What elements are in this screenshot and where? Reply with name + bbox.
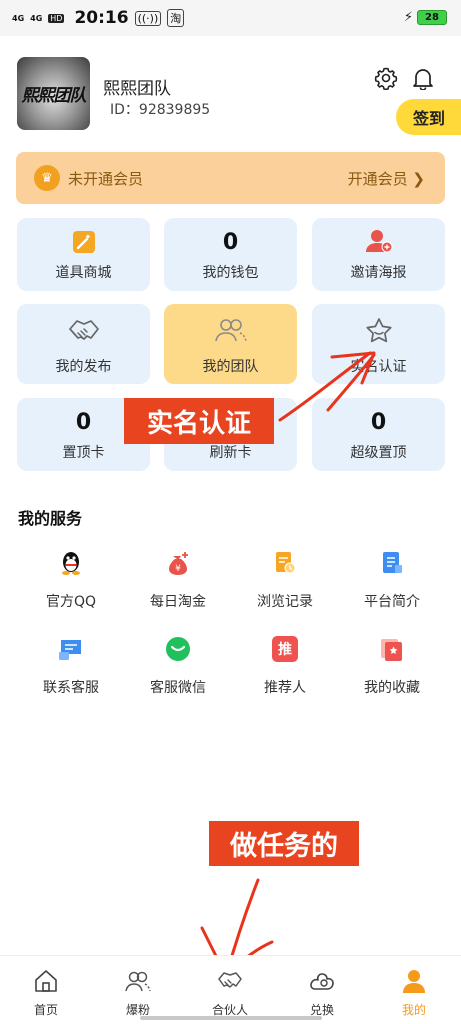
service-label: 浏览记录 xyxy=(257,594,313,610)
hd-badge: HD xyxy=(48,13,65,23)
profile-id: ID：92839895 xyxy=(110,102,211,118)
annotation-verify: 实名认证 xyxy=(124,398,274,444)
card-tool-store[interactable]: 道具商城 xyxy=(17,218,150,291)
handshake-icon xyxy=(68,320,99,340)
handshake-icon xyxy=(218,972,242,988)
hotspot-icon: ((·)) xyxy=(134,10,162,26)
wallet-value: 0 xyxy=(222,230,239,255)
membership-status: 未开通会员 xyxy=(68,170,144,188)
nav-partner[interactable]: 合伙人 xyxy=(184,956,276,1018)
gear-icon[interactable] xyxy=(374,66,398,90)
favorite-icon xyxy=(381,639,402,661)
svg-text:¥: ¥ xyxy=(175,564,181,574)
service-referrer[interactable]: 推 推荐人 xyxy=(230,634,340,704)
chat-icon xyxy=(59,640,81,660)
card-label: 邀请海报 xyxy=(350,265,407,281)
fans-icon xyxy=(125,971,151,992)
add-user-icon xyxy=(365,230,392,253)
services-title: 我的服务 xyxy=(18,509,83,528)
status-bar: 4G 4G HD 20:16 ((·)) 淘 ⚡ 28 xyxy=(0,0,461,36)
magic-wand-icon xyxy=(72,231,95,253)
service-label: 每日淘金 xyxy=(150,594,206,610)
exchange-icon xyxy=(310,973,334,990)
service-my-favorites[interactable]: 我的收藏 xyxy=(337,634,447,704)
battery-indicator: 28 xyxy=(417,10,447,25)
charging-icon: ⚡ xyxy=(403,10,413,25)
service-label: 推荐人 xyxy=(264,680,306,696)
bell-icon[interactable] xyxy=(412,66,434,90)
service-label: 客服微信 xyxy=(150,680,206,696)
profile-icon xyxy=(403,970,425,993)
signal-4g-2: 4G xyxy=(30,13,43,23)
taobao-icon: 淘 xyxy=(167,9,185,27)
qq-icon xyxy=(62,552,80,575)
card-invite-poster[interactable]: 邀请海报 xyxy=(312,218,445,291)
service-official-qq[interactable]: 官方QQ xyxy=(16,548,126,618)
open-membership-link[interactable]: 开通会员 ❯ xyxy=(348,168,425,189)
card-label: 置顶卡 xyxy=(62,445,105,461)
service-wechat-support[interactable]: 客服微信 xyxy=(123,634,233,704)
bottom-nav: 首页 爆粉 合伙人 兑换 我的 xyxy=(0,955,461,1024)
card-label: 超级置顶 xyxy=(350,445,407,461)
status-right: ⚡ 28 xyxy=(404,10,447,25)
nav-label-active: 我的 xyxy=(401,1003,426,1017)
service-contact-support[interactable]: 联系客服 xyxy=(16,634,126,704)
status-left: 4G 4G HD 20:16 ((·)) 淘 xyxy=(12,8,185,28)
team-icon xyxy=(214,319,247,342)
service-label: 我的收藏 xyxy=(364,680,420,696)
annotation-task: 做任务的 xyxy=(209,821,359,866)
service-platform-intro[interactable]: 平台简介 xyxy=(337,548,447,618)
card-label: 我的钱包 xyxy=(202,265,259,281)
profile-name: 熙熙团队 xyxy=(103,79,171,99)
money-bag-icon: ¥ xyxy=(169,552,188,575)
service-label: 官方QQ xyxy=(45,594,97,610)
history-icon xyxy=(276,552,296,574)
card-label: 我的发布 xyxy=(55,359,112,375)
clock: 20:16 xyxy=(74,8,129,28)
nav-mine[interactable]: 我的 xyxy=(368,956,460,1018)
annotation-arrow-icon xyxy=(278,351,376,422)
nav-fans[interactable]: 爆粉 xyxy=(92,956,184,1018)
gesture-bar[interactable] xyxy=(140,1016,322,1020)
wechat-icon xyxy=(166,637,190,661)
service-browse-history[interactable]: 浏览记录 xyxy=(230,548,340,618)
nav-label: 首页 xyxy=(33,1003,58,1017)
membership-bar[interactable]: ♛ 未开通会员 开通会员 ❯ xyxy=(16,152,445,204)
card-label: 道具商城 xyxy=(55,265,112,281)
signal-4g-1: 4G xyxy=(12,13,25,23)
crown-icon: ♛ xyxy=(34,165,60,191)
avatar-logo-text: 熙熙团队 xyxy=(21,86,87,106)
card-label: 刷新卡 xyxy=(209,445,252,461)
card-my-publish[interactable]: 我的发布 xyxy=(17,304,150,384)
service-label: 平台简介 xyxy=(364,594,420,610)
card-wallet[interactable]: 0 我的钱包 xyxy=(164,218,297,291)
service-daily-gold[interactable]: ¥ 每日淘金 xyxy=(123,548,233,618)
home-icon xyxy=(35,970,57,992)
avatar[interactable]: 熙熙团队 xyxy=(17,57,90,130)
nav-exchange[interactable]: 兑换 xyxy=(276,956,368,1018)
referrer-icon: 推 xyxy=(272,636,298,662)
nav-home[interactable]: 首页 xyxy=(0,956,92,1018)
info-doc-icon xyxy=(383,552,402,573)
signin-button[interactable]: 签到 xyxy=(396,99,461,135)
service-label: 联系客服 xyxy=(43,680,99,696)
